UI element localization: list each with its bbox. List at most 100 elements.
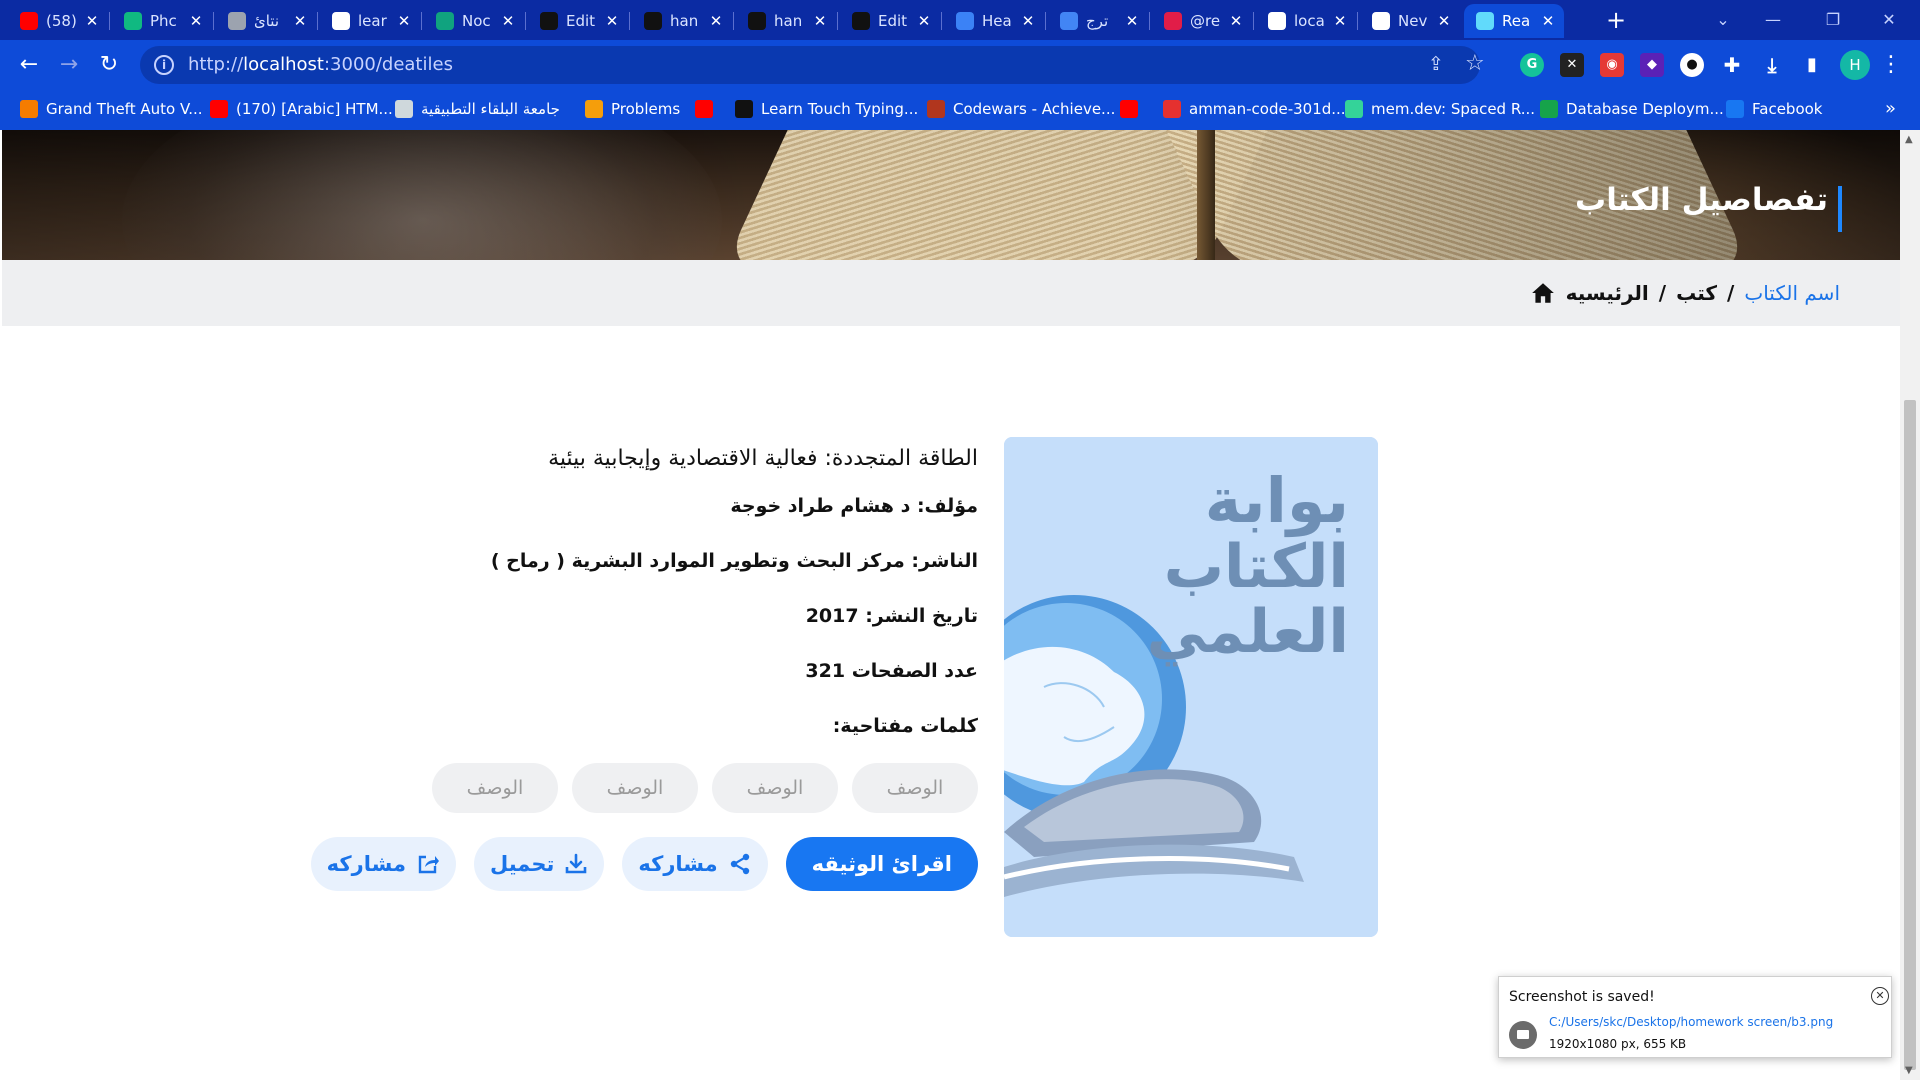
extensions-puzzle-icon[interactable]: ✚ <box>1720 53 1744 77</box>
browser-tab[interactable]: Edit ✕ <box>840 4 940 38</box>
close-tab-icon[interactable]: ✕ <box>604 12 620 30</box>
extension-x-icon[interactable]: ✕ <box>1560 53 1584 77</box>
reload-icon[interactable]: ↻ <box>94 50 124 80</box>
home-icon[interactable] <box>1530 280 1556 306</box>
back-icon[interactable]: ← <box>14 50 44 80</box>
tab-divider <box>109 12 110 30</box>
close-tab-icon[interactable]: ✕ <box>1540 12 1556 30</box>
keyword-chip[interactable]: الوصف <box>852 763 978 813</box>
scroll-up-icon[interactable]: ▲ <box>1905 134 1913 145</box>
tab-divider <box>1357 12 1358 30</box>
tab-title: Rea <box>1502 12 1531 30</box>
close-tab-icon[interactable]: ✕ <box>1124 12 1140 30</box>
read-document-button[interactable]: اقرائ الوثيقه <box>785 837 978 891</box>
keyword-chip[interactable]: الوصف <box>432 763 558 813</box>
bookmark-item[interactable]: Grand Theft Auto V... <box>20 100 203 118</box>
bookmark-item[interactable]: Database Deploym... <box>1540 100 1724 118</box>
page-scrollbar[interactable]: ▲ ▼ <box>1900 130 1920 1080</box>
close-tab-icon[interactable]: ✕ <box>500 12 516 30</box>
github-icon <box>852 12 870 30</box>
bookmark-item[interactable] <box>695 100 721 118</box>
browser-tab[interactable]: ترج ✕ <box>1048 4 1148 38</box>
folder-icon[interactable] <box>1509 1021 1537 1049</box>
close-tab-icon[interactable]: ✕ <box>396 12 412 30</box>
browser-tab[interactable]: Nev ✕ <box>1360 4 1460 38</box>
bookmark-label: Learn Touch Typing... <box>761 100 919 118</box>
extension-cube-icon[interactable]: ◆ <box>1640 53 1664 77</box>
close-window-icon[interactable]: ✕ <box>1866 6 1912 34</box>
browser-tab[interactable]: lear ✕ <box>320 4 420 38</box>
close-tab-icon[interactable]: ✕ <box>1436 12 1452 30</box>
keyword-chip[interactable]: الوصف <box>712 763 838 813</box>
side-panel-icon[interactable]: ▮ <box>1800 53 1824 77</box>
more-bookmarks-icon[interactable]: » <box>1885 98 1896 119</box>
close-tab-icon[interactable]: ✕ <box>1020 12 1036 30</box>
tab-title: lear <box>358 12 387 30</box>
bookmark-item[interactable] <box>1120 100 1146 118</box>
bookmark-item[interactable]: Facebook <box>1726 100 1822 118</box>
browser-tab[interactable]: Phc ✕ <box>112 4 212 38</box>
close-icon[interactable]: ✕ <box>1871 987 1889 1005</box>
close-tab-icon[interactable]: ✕ <box>1332 12 1348 30</box>
close-tab-icon[interactable]: ✕ <box>812 12 828 30</box>
browser-tab[interactable]: han ✕ <box>632 4 732 38</box>
minimize-icon[interactable]: — <box>1750 6 1796 34</box>
bookmark-item[interactable]: mem.dev: Spaced R... <box>1345 100 1535 118</box>
browser-tab[interactable]: Noc ✕ <box>424 4 524 38</box>
tab-divider <box>525 12 526 30</box>
bookmark-item[interactable]: Problems <box>585 100 680 118</box>
browser-tab[interactable]: loca ✕ <box>1256 4 1356 38</box>
bookmark-star-icon[interactable]: ☆ <box>1465 51 1485 76</box>
browser-tab[interactable]: Edit ✕ <box>528 4 628 38</box>
bookmark-item[interactable]: Learn Touch Typing... <box>735 100 918 118</box>
cover-line-1: بوابة <box>1205 464 1349 537</box>
globe-icon <box>1268 12 1286 30</box>
scrollbar-thumb[interactable] <box>1904 400 1916 1070</box>
browser-tab[interactable]: Rea ✕ <box>1464 4 1564 38</box>
extension-circle-icon[interactable]: ● <box>1680 53 1704 77</box>
youtube-icon <box>210 100 228 118</box>
flag-icon <box>956 12 974 30</box>
close-tab-icon[interactable]: ✕ <box>1228 12 1244 30</box>
bookmark-item[interactable]: (170) [Arabic] HTM... <box>210 100 393 118</box>
bookmark-item[interactable]: Codewars - Achieve... <box>927 100 1115 118</box>
close-tab-icon[interactable]: ✕ <box>708 12 724 30</box>
address-bar[interactable]: i http://localhost:3000/deatiles ⇪ ☆ <box>140 46 1485 84</box>
close-tab-icon[interactable]: ✕ <box>916 12 932 30</box>
menu-kebab-icon[interactable]: ⋮ <box>1880 52 1902 77</box>
download-button[interactable]: تحميل <box>473 837 605 891</box>
share-nodes-icon <box>730 853 749 875</box>
browser-tab[interactable]: han ✕ <box>736 4 836 38</box>
bookmark-label: Codewars - Achieve... <box>953 100 1116 118</box>
share-page-icon[interactable]: ⇪ <box>1428 53 1444 75</box>
extension-red-icon[interactable]: ◉ <box>1600 53 1624 77</box>
scroll-down-icon[interactable]: ▼ <box>1905 1065 1913 1076</box>
tab-divider <box>1149 12 1150 30</box>
grammarly-icon[interactable]: G <box>1520 53 1544 77</box>
breadcrumb-home[interactable]: الرئيسيه <box>1566 281 1649 305</box>
site-info-icon[interactable]: i <box>154 55 174 75</box>
toast-file-path[interactable]: C:/Users/skc/Desktop/homework screen/b3.… <box>1549 1015 1833 1029</box>
browser-tab[interactable]: نتائ ✕ <box>216 4 316 38</box>
restore-icon[interactable]: ❐ <box>1810 6 1856 34</box>
close-tab-icon[interactable]: ✕ <box>84 12 100 30</box>
breadcrumb-books[interactable]: كتب <box>1676 281 1717 305</box>
browser-tab[interactable]: (58) ✕ <box>8 4 108 38</box>
forward-icon[interactable]: → <box>54 50 84 80</box>
toast-file-meta: 1920x1080 px, 655 KB <box>1549 1037 1687 1051</box>
keyword-chip[interactable]: الوصف <box>572 763 698 813</box>
new-tab-button[interactable]: + <box>1602 6 1630 34</box>
tab-search-icon[interactable]: ⌄ <box>1700 6 1746 34</box>
profile-avatar[interactable]: H <box>1840 50 1870 80</box>
url-text[interactable]: http://localhost:3000/deatiles <box>188 54 453 75</box>
breadcrumb-current[interactable]: اسم الكتاب <box>1744 281 1840 305</box>
browser-tab[interactable]: @re ✕ <box>1152 4 1252 38</box>
share-button[interactable]: مشاركه <box>622 837 768 891</box>
browser-tab[interactable]: Hea ✕ <box>944 4 1044 38</box>
share-external-button[interactable]: مشاركه <box>310 837 456 891</box>
bookmark-item[interactable]: amman-code-301d... <box>1163 100 1346 118</box>
bookmark-item[interactable]: جامعة البلقاء التطبيقية <box>395 100 560 118</box>
downloads-icon[interactable]: ⤓ <box>1760 53 1784 77</box>
close-tab-icon[interactable]: ✕ <box>188 12 204 30</box>
close-tab-icon[interactable]: ✕ <box>292 12 308 30</box>
